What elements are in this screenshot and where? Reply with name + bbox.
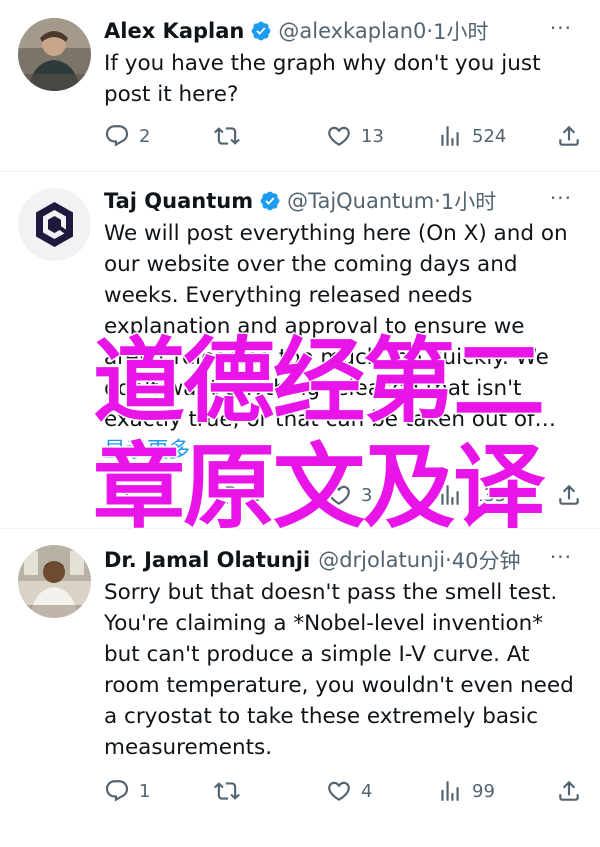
more-options-icon[interactable]: ··· — [550, 186, 572, 210]
tweet-header: Taj Quantum @TajQuantum · 1小时 ··· — [104, 186, 590, 216]
more-options-icon[interactable]: ··· — [550, 545, 572, 569]
separator: · — [434, 189, 441, 213]
author-handle[interactable]: @alexkaplan0 — [278, 19, 426, 43]
more-options-icon[interactable]: ··· — [550, 16, 572, 40]
timestamp[interactable]: 1小时 — [441, 186, 496, 216]
retweet-icon — [214, 782, 240, 800]
like-count: 13 — [361, 125, 384, 147]
retweet-button[interactable] — [214, 121, 249, 151]
timestamp[interactable]: 40分钟 — [452, 545, 521, 575]
timestamp[interactable]: 1小时 — [433, 16, 488, 46]
tweet-header: Alex Kaplan @alexkaplan0 · 1小时 ··· — [104, 16, 590, 46]
retweet-button[interactable] — [214, 776, 249, 806]
separator: · — [426, 19, 434, 43]
share-icon — [559, 125, 579, 146]
tweet-actions: 1 4 99 — [104, 776, 582, 806]
views-icon — [441, 485, 459, 505]
reply-button[interactable] — [104, 480, 139, 510]
like-button[interactable]: 13 — [326, 121, 384, 151]
author-handle[interactable]: @drjolatunji — [318, 548, 445, 572]
share-button[interactable] — [556, 121, 582, 151]
reply-icon — [105, 125, 129, 147]
share-button[interactable] — [556, 776, 582, 806]
share-button[interactable] — [556, 480, 582, 510]
views-button[interactable]: 135 — [437, 480, 506, 510]
reply-icon — [105, 780, 129, 802]
views-icon — [441, 126, 459, 146]
retweet-button[interactable]: 1 — [214, 480, 260, 510]
verified-badge-icon — [259, 190, 281, 212]
views-button[interactable]: 524 — [437, 121, 506, 151]
views-count: 99 — [472, 780, 495, 802]
heart-icon — [328, 781, 350, 801]
tweet-header: Dr. Jamal Olatunji @drjolatunji · 40分钟 ·… — [104, 545, 590, 575]
heart-icon — [328, 485, 350, 505]
tweet-text: Sorry but that doesn't pass the smell te… — [104, 580, 574, 760]
tweet-jamal-olatunji[interactable]: Dr. Jamal Olatunji @drjolatunji · 40分钟 ·… — [0, 529, 600, 847]
like-button[interactable]: 3 — [326, 480, 372, 510]
reply-icon — [105, 484, 129, 506]
views-count: 135 — [472, 484, 507, 506]
verified-badge-icon — [250, 20, 272, 42]
share-icon — [559, 484, 579, 505]
tweet-actions: 1 3 135 — [104, 480, 582, 510]
avatar[interactable] — [18, 188, 91, 261]
retweet-icon — [214, 486, 240, 504]
avatar[interactable] — [18, 18, 91, 91]
tweet-text: If you have the graph why don't you just… — [104, 51, 541, 107]
retweet-count: 1 — [249, 484, 261, 506]
author-name[interactable]: Taj Quantum — [104, 189, 253, 213]
tweet-text-body: We will post everything here (On X) and … — [104, 221, 568, 432]
retweet-icon — [214, 127, 240, 145]
avatar[interactable] — [18, 545, 91, 618]
reply-button[interactable]: 2 — [104, 121, 150, 151]
author-handle[interactable]: @TajQuantum — [287, 189, 434, 213]
reply-count: 1 — [139, 780, 151, 802]
share-icon — [559, 780, 579, 801]
like-count: 4 — [361, 780, 373, 802]
separator: · — [445, 548, 452, 572]
author-name[interactable]: Alex Kaplan — [104, 19, 244, 43]
tweet-alex-kaplan[interactable]: Alex Kaplan @alexkaplan0 · 1小时 ··· If yo… — [0, 0, 600, 172]
views-button[interactable]: 99 — [437, 776, 495, 806]
author-name[interactable]: Dr. Jamal Olatunji — [104, 548, 310, 572]
tweet-actions: 2 13 524 — [104, 121, 582, 151]
like-count: 3 — [361, 484, 373, 506]
reply-count: 2 — [139, 125, 151, 147]
tweet-text: We will post everything here (On X) and … — [104, 218, 578, 466]
views-icon — [441, 781, 459, 801]
heart-icon — [328, 126, 350, 146]
views-count: 524 — [472, 125, 507, 147]
reply-button[interactable]: 1 — [104, 776, 150, 806]
tweet-taj-quantum[interactable]: Taj Quantum @TajQuantum · 1小时 ··· We wil… — [0, 172, 600, 529]
show-more-link[interactable]: 显示更多 — [104, 438, 190, 463]
like-button[interactable]: 4 — [326, 776, 372, 806]
